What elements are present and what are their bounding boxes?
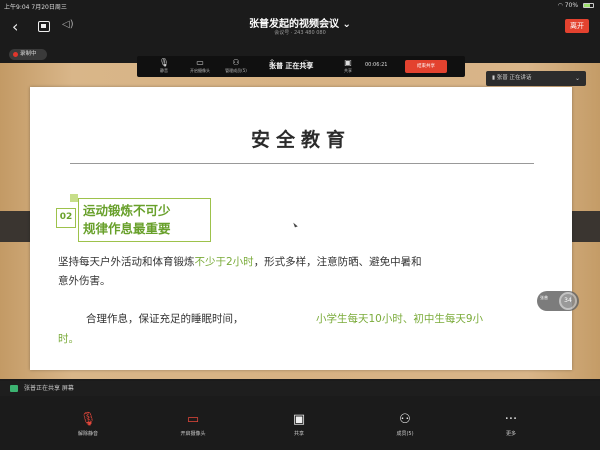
status-bar: 上午9:04 7月20日周三 ◠ 70% (0, 0, 600, 12)
camera-icon: ▭ (196, 58, 204, 67)
paragraph-2: 合理作息，保证充足的睡眠时间， (86, 313, 244, 325)
audio-bars-icon: ▮ (492, 75, 496, 81)
stop-sharing-button[interactable]: 结束共享 (405, 60, 447, 73)
presentation-slide: 安全教育 运动锻炼不可少 规律作息最重要 02 坚持每天户外活动和体育锻炼不少于… (30, 87, 572, 370)
meeting-subtitle: 会议号 · 243 480 080 (274, 30, 326, 36)
share-screen-icon: ▣ (344, 58, 352, 67)
sharing-banner: 张普正在共享 屏幕 (0, 381, 600, 396)
share-button[interactable]: ▣ 共享 (269, 412, 329, 438)
speaker-panel[interactable]: ▮ 张普 正在讲话 ⌄ (486, 71, 586, 86)
title-divider (70, 163, 534, 164)
mic-icon: 🎙 (158, 58, 170, 67)
wifi-icon: ◠ (557, 2, 563, 9)
avatar: 34 (559, 292, 577, 310)
mouse-cursor-icon (293, 221, 298, 228)
members-button[interactable]: ⚇ 成员(5) (375, 412, 435, 438)
left-edge-tab (0, 211, 30, 242)
status-time: 上午9:04 (4, 4, 30, 11)
leave-button[interactable]: 离开 (565, 19, 589, 33)
paragraph-1-line-2: 意外伤害。 (58, 275, 111, 287)
heading-line-2: 规律作息最重要 (83, 221, 171, 236)
toolbar-members-button[interactable]: ⚇ 管理成员(5) (221, 58, 251, 76)
record-dot-icon (13, 52, 18, 57)
highlight-text: 不少于2小时 (194, 256, 254, 268)
heading-line-1: 运动锻炼不可少 (83, 203, 171, 218)
title-bar: ‹ ◁) 张普发起的视频会议 ⌄ 会议号 · 243 480 080 离开 (0, 12, 600, 42)
screen-share-icon (10, 385, 18, 392)
paragraph-1: 坚持每天户外活动和体育锻炼不少于2小时，形式多样，注意防晒、避免中暑和 (58, 256, 422, 268)
add-member-icon: ⚇ (399, 412, 411, 427)
toolbar-mute-button[interactable]: 🎙 静音 (149, 58, 179, 76)
floating-toolbar: 🎙 静音 ▭ 开启摄像头 ⚇ 管理成员(5) ⇪ ◌ 张普 正在共享 ▣ 共享 … (137, 56, 465, 77)
bubble-label: 张普 (540, 295, 548, 300)
heading-decoration (70, 194, 78, 202)
section-heading: 运动锻炼不可少 规律作息最重要 (78, 198, 211, 242)
battery-percent: 70% (564, 2, 579, 9)
sharing-indicator: 张普 正在共享 (269, 62, 314, 70)
mic-muted-icon: 🎙 (79, 412, 97, 427)
shared-screen: 安全教育 运动锻炼不可少 规律作息最重要 02 坚持每天户外活动和体育锻炼不少于… (0, 63, 600, 379)
paragraph-2-highlight: 小学生每天10小时、初中生每天9小 (316, 313, 484, 325)
chevron-down-icon: ⌄ (574, 75, 580, 82)
toolbar-share-screen-button[interactable]: ▣ 共享 (333, 58, 363, 76)
floating-video-bubble[interactable]: 张普 34 (537, 291, 579, 311)
camera-button[interactable]: ▭ 开启摄像头 (163, 412, 223, 438)
bottom-toolbar: 🎙 解除静音 ▭ 开启摄像头 ▣ 共享 ⚇ 成员(5) ··· 更多 (0, 406, 600, 450)
camera-off-icon: ▭ (186, 412, 200, 427)
section-number: 02 (56, 208, 76, 228)
status-date: 7月20日周三 (31, 4, 67, 11)
unmute-button[interactable]: 🎙 解除静音 (58, 412, 118, 438)
more-button[interactable]: ··· 更多 (481, 412, 541, 438)
share-timer: 00:06:21 (365, 62, 388, 68)
battery-icon (583, 3, 594, 8)
share-screen-icon: ▣ (292, 412, 306, 427)
recording-badge: 录制中 (9, 49, 47, 60)
paragraph-2-end: 时。 (58, 333, 79, 345)
members-icon: ⚇ (232, 58, 240, 67)
slide-title: 安全教育 (250, 129, 351, 151)
meeting-screen: 上午9:04 7月20日周三 ◠ 70% ‹ ◁) 张普发起的视频会议 ⌄ 会议… (0, 0, 600, 450)
toolbar-camera-button[interactable]: ▭ 开启摄像头 (185, 58, 215, 76)
more-icon: ··· (504, 412, 518, 427)
meeting-title[interactable]: 张普发起的视频会议 ⌄ (0, 15, 600, 30)
